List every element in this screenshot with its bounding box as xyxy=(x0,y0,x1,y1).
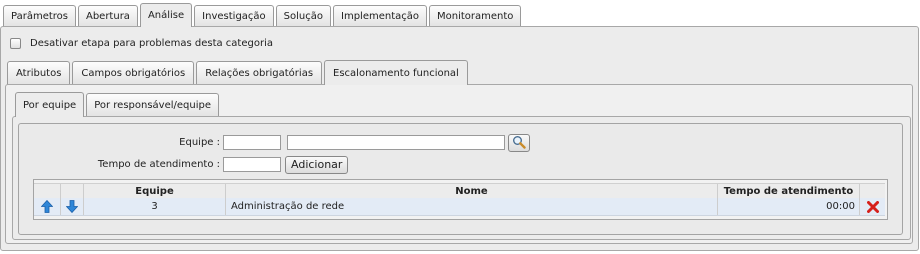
escalation-tabs: Por equipe Por responsável/equipe xyxy=(15,92,221,117)
header-delete-cell xyxy=(860,184,885,198)
tab-atributos[interactable]: Atributos xyxy=(7,61,71,85)
team-name-input[interactable] xyxy=(287,135,505,150)
tab-por-responsavel-equipe[interactable]: Por responsável/equipe xyxy=(86,93,220,117)
tab-relacoes-obrigatorias[interactable]: Relações obrigatórias xyxy=(196,61,323,85)
delete-cell xyxy=(860,198,885,215)
move-up-cell xyxy=(34,198,61,215)
header-down-cell xyxy=(61,184,84,198)
tab-campos-obrigatorios[interactable]: Campos obrigatórios xyxy=(72,61,195,85)
magnifier-icon xyxy=(512,135,526,152)
time-cell: 00:00 xyxy=(718,198,860,215)
tab-investigacao[interactable]: Investigação xyxy=(194,5,274,27)
tab-analise[interactable]: Análise xyxy=(139,3,193,27)
tab-monitoramento[interactable]: Monitoramento xyxy=(429,5,522,27)
grid-header: Equipe Nome Tempo de atendimento xyxy=(34,183,885,199)
tab-implementacao[interactable]: Implementação xyxy=(333,5,427,27)
disable-stage-label: Desativar etapa para problemas desta cat… xyxy=(30,38,273,49)
stage-tabs: Parâmetros Abertura Análise Investigação… xyxy=(3,3,523,27)
tab-escalonamento-funcional[interactable]: Escalonamento funcional xyxy=(324,60,468,85)
search-team-button[interactable] xyxy=(508,134,530,152)
tab-solucao[interactable]: Solução xyxy=(275,5,331,27)
disable-stage-row: Desativar etapa para problemas desta cat… xyxy=(10,38,273,49)
table-row[interactable]: 3 Administração de rede 00:00 xyxy=(34,198,885,216)
name-cell: Administração de rede xyxy=(226,198,718,215)
disable-stage-checkbox[interactable] xyxy=(10,38,21,49)
time-label: Tempo de atendimento : xyxy=(97,159,220,170)
team-label: Equipe : xyxy=(179,137,220,148)
red-x-icon[interactable] xyxy=(866,200,879,213)
tab-abertura[interactable]: Abertura xyxy=(77,5,138,27)
config-tabs: Atributos Campos obrigatórios Relações o… xyxy=(7,60,470,85)
arrow-down-icon[interactable] xyxy=(66,200,78,213)
header-up-cell xyxy=(34,184,61,198)
column-header-name[interactable]: Nome xyxy=(226,184,718,198)
tab-por-equipe[interactable]: Por equipe xyxy=(15,92,85,117)
move-down-cell xyxy=(61,198,84,215)
add-button[interactable]: Adicionar xyxy=(285,156,349,174)
arrow-up-icon[interactable] xyxy=(41,200,53,213)
column-header-team[interactable]: Equipe xyxy=(84,184,226,198)
service-time-input[interactable] xyxy=(223,157,281,172)
team-grid: Equipe Nome Tempo de atendimento 3 Admin… xyxy=(33,179,888,220)
column-header-time[interactable]: Tempo de atendimento xyxy=(718,184,860,198)
team-cell: 3 xyxy=(84,198,226,215)
tab-parametros[interactable]: Parâmetros xyxy=(3,5,76,27)
team-code-input[interactable] xyxy=(223,135,281,150)
